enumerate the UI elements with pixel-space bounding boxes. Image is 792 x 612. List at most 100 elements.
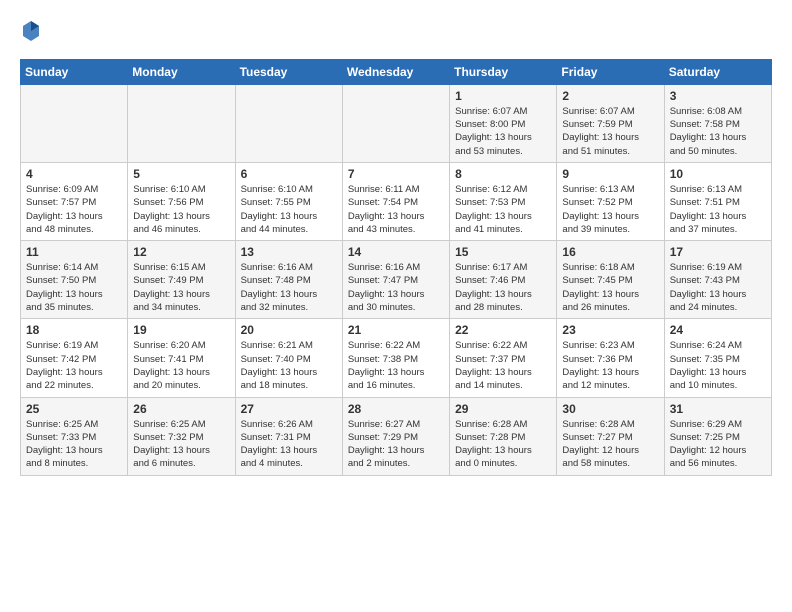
calendar-cell: 17Sunrise: 6:19 AMSunset: 7:43 PMDayligh… [664,241,771,319]
calendar-cell: 28 Sunrise: 6:27 AMSunset: 7:29 PMDayligh… [342,397,449,475]
weekday-header-sunday: Sunday [21,59,128,84]
calendar-cell: 30 Sunrise: 6:28 AMSunset: 7:27 PMDayligh… [557,397,664,475]
calendar-cell: 1 Sunrise: 6:07 AMSunset: 8:00 PMDaylight… [450,84,557,162]
day-number: 17 [670,245,766,259]
day-number: 26 [133,402,229,416]
day-number: 15 [455,245,551,259]
day-info: Sunrise: 6:22 AMSunset: 7:38 PMDaylight:… [348,339,444,392]
calendar-cell: 22 Sunrise: 6:22 AMSunset: 7:37 PMDayligh… [450,319,557,397]
weekday-header-saturday: Saturday [664,59,771,84]
logo-icon [22,20,40,42]
calendar-cell: 11 Sunrise: 6:14 AMSunset: 7:50 PMDayligh… [21,241,128,319]
day-number: 8 [455,167,551,181]
calendar-cell: 16 Sunrise: 6:18 AMSunset: 7:45 PMDayligh… [557,241,664,319]
day-number: 13 [241,245,337,259]
day-number: 5 [133,167,229,181]
day-number: 31 [670,402,766,416]
day-info: Sunrise: 6:27 AMSunset: 7:29 PMDaylight:… [348,418,444,471]
calendar-cell: 4 Sunrise: 6:09 AMSunset: 7:57 PMDaylight… [21,162,128,240]
calendar-cell [235,84,342,162]
day-info: Sunrise: 6:24 AMSunset: 7:35 PMDaylight:… [670,339,766,392]
calendar-cell: 8 Sunrise: 6:12 AMSunset: 7:53 PMDaylight… [450,162,557,240]
day-info: Sunrise: 6:14 AMSunset: 7:50 PMDaylight:… [26,261,122,314]
day-info: Sunrise: 6:28 AMSunset: 7:27 PMDaylight:… [562,418,658,471]
day-number: 21 [348,323,444,337]
day-number: 27 [241,402,337,416]
calendar-cell: 15 Sunrise: 6:17 AMSunset: 7:46 PMDayligh… [450,241,557,319]
day-info: Sunrise: 6:15 AMSunset: 7:49 PMDaylight:… [133,261,229,314]
logo [20,20,40,47]
week-row-5: 25Sunrise: 6:25 AMSunset: 7:33 PMDayligh… [21,397,772,475]
header [20,20,772,47]
day-info: Sunrise: 6:21 AMSunset: 7:40 PMDaylight:… [241,339,337,392]
calendar-cell [342,84,449,162]
day-number: 11 [26,245,122,259]
weekday-header-wednesday: Wednesday [342,59,449,84]
calendar-cell: 2Sunrise: 6:07 AMSunset: 7:59 PMDaylight… [557,84,664,162]
weekday-header-friday: Friday [557,59,664,84]
day-info: Sunrise: 6:09 AMSunset: 7:57 PMDaylight:… [26,183,122,236]
calendar-cell: 6 Sunrise: 6:10 AMSunset: 7:55 PMDaylight… [235,162,342,240]
day-info: Sunrise: 6:22 AMSunset: 7:37 PMDaylight:… [455,339,551,392]
weekday-header-tuesday: Tuesday [235,59,342,84]
weekday-header-thursday: Thursday [450,59,557,84]
day-number: 1 [455,89,551,103]
day-info: Sunrise: 6:10 AMSunset: 7:56 PMDaylight:… [133,183,229,236]
day-number: 9 [562,167,658,181]
day-number: 24 [670,323,766,337]
week-row-1: 1 Sunrise: 6:07 AMSunset: 8:00 PMDaylight… [21,84,772,162]
calendar-cell: 26 Sunrise: 6:25 AMSunset: 7:32 PMDayligh… [128,397,235,475]
day-number: 19 [133,323,229,337]
calendar-cell: 13 Sunrise: 6:16 AMSunset: 7:48 PMDayligh… [235,241,342,319]
day-info: Sunrise: 6:07 AMSunset: 8:00 PMDaylight:… [455,105,551,158]
day-number: 22 [455,323,551,337]
day-info: Sunrise: 6:12 AMSunset: 7:53 PMDaylight:… [455,183,551,236]
day-info: Sunrise: 6:28 AMSunset: 7:28 PMDaylight:… [455,418,551,471]
calendar-cell: 29Sunrise: 6:28 AMSunset: 7:28 PMDayligh… [450,397,557,475]
day-number: 2 [562,89,658,103]
day-info: Sunrise: 6:10 AMSunset: 7:55 PMDaylight:… [241,183,337,236]
day-number: 6 [241,167,337,181]
calendar-cell [128,84,235,162]
day-number: 18 [26,323,122,337]
calendar-cell: 5 Sunrise: 6:10 AMSunset: 7:56 PMDaylight… [128,162,235,240]
day-info: Sunrise: 6:16 AMSunset: 7:48 PMDaylight:… [241,261,337,314]
day-number: 7 [348,167,444,181]
day-number: 25 [26,402,122,416]
week-row-2: 4 Sunrise: 6:09 AMSunset: 7:57 PMDaylight… [21,162,772,240]
day-number: 20 [241,323,337,337]
calendar-cell: 25Sunrise: 6:25 AMSunset: 7:33 PMDayligh… [21,397,128,475]
day-info: Sunrise: 6:17 AMSunset: 7:46 PMDaylight:… [455,261,551,314]
calendar-cell: 19 Sunrise: 6:20 AMSunset: 7:41 PMDayligh… [128,319,235,397]
day-info: Sunrise: 6:25 AMSunset: 7:32 PMDaylight:… [133,418,229,471]
day-info: Sunrise: 6:29 AMSunset: 7:25 PMDaylight:… [670,418,766,471]
day-info: Sunrise: 6:20 AMSunset: 7:41 PMDaylight:… [133,339,229,392]
weekday-header-row: SundayMondayTuesdayWednesdayThursdayFrid… [21,59,772,84]
day-info: Sunrise: 6:11 AMSunset: 7:54 PMDaylight:… [348,183,444,236]
week-row-4: 18 Sunrise: 6:19 AMSunset: 7:42 PMDayligh… [21,319,772,397]
day-number: 16 [562,245,658,259]
day-info: Sunrise: 6:08 AMSunset: 7:58 PMDaylight:… [670,105,766,158]
calendar-cell: 31 Sunrise: 6:29 AMSunset: 7:25 PMDayligh… [664,397,771,475]
day-number: 4 [26,167,122,181]
day-info: Sunrise: 6:18 AMSunset: 7:45 PMDaylight:… [562,261,658,314]
day-number: 30 [562,402,658,416]
calendar-cell: 18 Sunrise: 6:19 AMSunset: 7:42 PMDayligh… [21,319,128,397]
day-info: Sunrise: 6:13 AMSunset: 7:52 PMDaylight:… [562,183,658,236]
calendar-cell: 14Sunrise: 6:16 AMSunset: 7:47 PMDayligh… [342,241,449,319]
calendar-cell: 27Sunrise: 6:26 AMSunset: 7:31 PMDayligh… [235,397,342,475]
calendar-cell: 21 Sunrise: 6:22 AMSunset: 7:38 PMDayligh… [342,319,449,397]
calendar-cell: 20 Sunrise: 6:21 AMSunset: 7:40 PMDayligh… [235,319,342,397]
day-number: 28 [348,402,444,416]
day-number: 14 [348,245,444,259]
day-info: Sunrise: 6:19 AMSunset: 7:42 PMDaylight:… [26,339,122,392]
day-number: 12 [133,245,229,259]
day-info: Sunrise: 6:23 AMSunset: 7:36 PMDaylight:… [562,339,658,392]
calendar-cell: 24 Sunrise: 6:24 AMSunset: 7:35 PMDayligh… [664,319,771,397]
calendar-cell: 3Sunrise: 6:08 AMSunset: 7:58 PMDaylight… [664,84,771,162]
weekday-header-monday: Monday [128,59,235,84]
day-info: Sunrise: 6:13 AMSunset: 7:51 PMDaylight:… [670,183,766,236]
day-number: 10 [670,167,766,181]
page: SundayMondayTuesdayWednesdayThursdayFrid… [0,0,792,486]
calendar-cell: 7 Sunrise: 6:11 AMSunset: 7:54 PMDaylight… [342,162,449,240]
